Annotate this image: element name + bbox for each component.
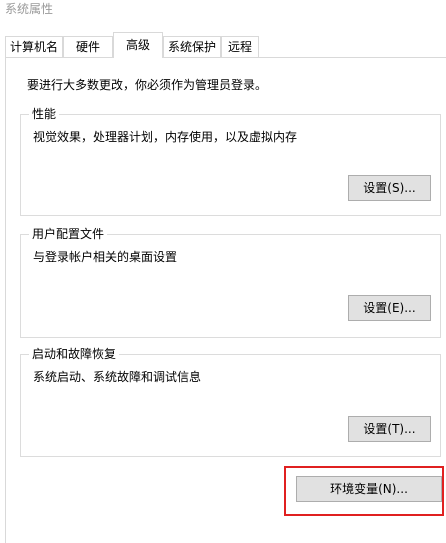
startup-recovery-description: 系统启动、系统故障和调试信息 xyxy=(33,370,202,384)
user-profiles-settings-button[interactable]: 设置(E)... xyxy=(348,295,431,321)
startup-recovery-group: 启动和故障恢复 系统启动、系统故障和调试信息 设置(T)... xyxy=(20,346,441,457)
environment-variables-button[interactable]: 环境变量(N)... xyxy=(296,476,442,502)
tab-computer-name[interactable]: 计算机名 xyxy=(5,36,63,57)
startup-recovery-settings-button[interactable]: 设置(T)... xyxy=(348,416,431,442)
performance-description: 视觉效果，处理器计划，内存使用，以及虚拟内存 xyxy=(33,130,298,144)
tab-advanced[interactable]: 高级 xyxy=(113,32,163,58)
tab-strip: 计算机名 硬件 高级 系统保护 远程 xyxy=(5,32,446,58)
tab-system-protection[interactable]: 系统保护 xyxy=(163,36,221,57)
tab-remote[interactable]: 远程 xyxy=(221,36,259,57)
performance-group: 性能 视觉效果，处理器计划，内存使用，以及虚拟内存 设置(S)... xyxy=(20,106,441,216)
performance-settings-button[interactable]: 设置(S)... xyxy=(348,175,431,201)
performance-legend: 性能 xyxy=(29,106,60,122)
tab-hardware[interactable]: 硬件 xyxy=(63,36,113,57)
user-profiles-description: 与登录帐户相关的桌面设置 xyxy=(33,250,178,264)
user-profiles-legend: 用户配置文件 xyxy=(29,226,108,242)
admin-note: 要进行大多数更改，你必须作为管理员登录。 xyxy=(27,78,268,92)
startup-recovery-legend: 启动和故障恢复 xyxy=(29,346,120,362)
window-title: 系统属性 xyxy=(5,2,54,16)
user-profiles-group: 用户配置文件 与登录帐户相关的桌面设置 设置(E)... xyxy=(20,226,441,338)
